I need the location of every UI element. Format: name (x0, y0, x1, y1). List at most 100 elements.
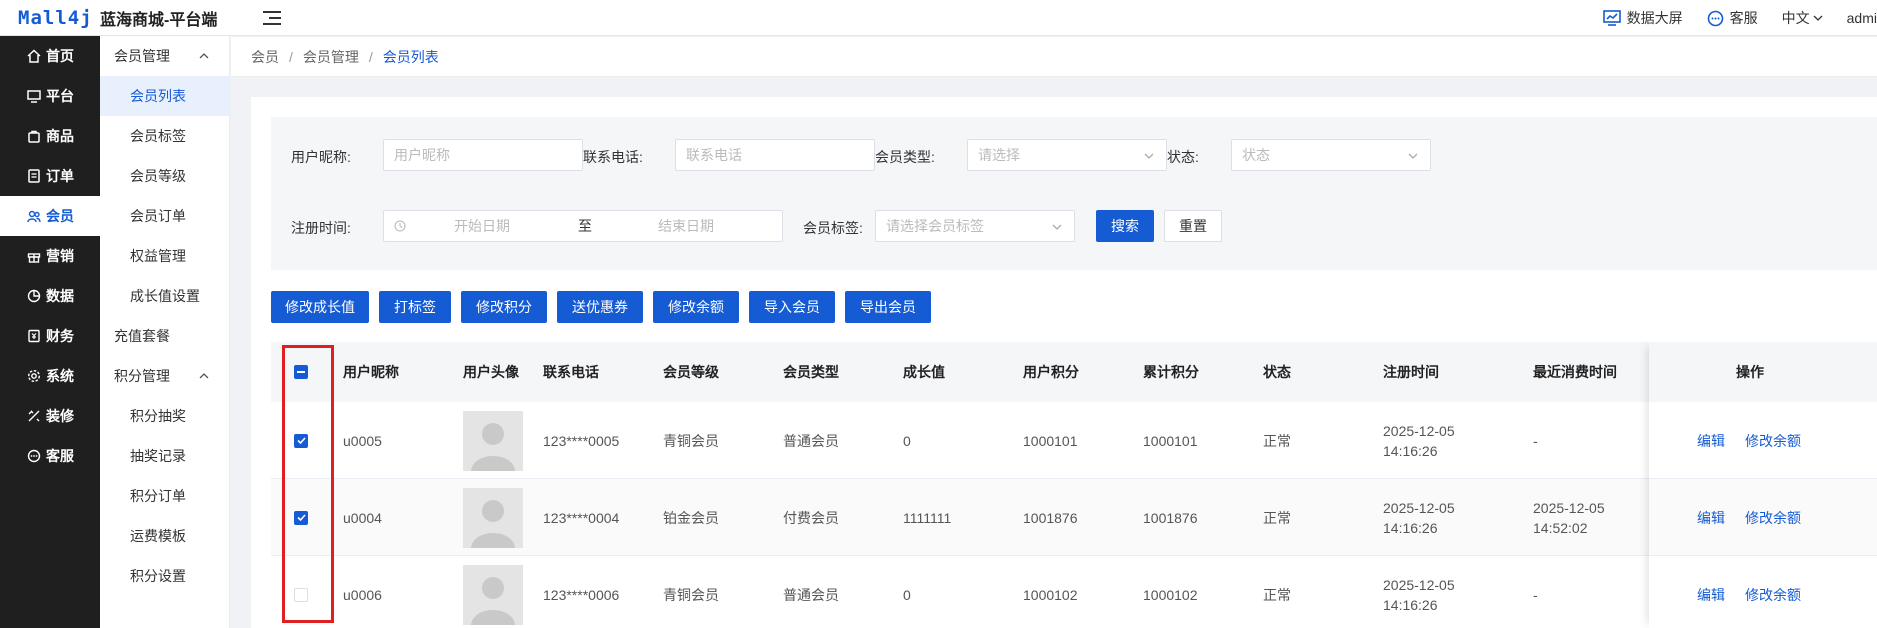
submenu-item-points-orders[interactable]: 积分订单 (100, 476, 229, 516)
monitor-icon (27, 90, 41, 103)
sidebar-item-service[interactable]: 客服 (0, 436, 100, 476)
submenu-group-member-manage[interactable]: 会员管理 (100, 36, 229, 76)
cell-operation: 编辑 修改余额 (1697, 479, 1821, 556)
reg-date: 2025-12-05 (1383, 422, 1455, 439)
submenu-item-member-tags[interactable]: 会员标签 (100, 116, 229, 156)
sidebar-item-label: 订单 (46, 168, 74, 184)
submenu-item-rights[interactable]: 权益管理 (100, 236, 229, 276)
submenu-group-points[interactable]: 积分管理 (100, 356, 229, 396)
collapse-menu-icon[interactable] (263, 10, 282, 26)
cell-reg-time: 2025-12-05 14:16:26 (1383, 402, 1455, 479)
reset-button[interactable]: 重置 (1164, 210, 1222, 242)
submenu-item-member-orders[interactable]: 会员订单 (100, 196, 229, 236)
submenu-group-label: 积分管理 (114, 368, 170, 384)
sidebar-item-orders[interactable]: 订单 (0, 156, 100, 196)
modify-growth-button[interactable]: 修改成长值 (271, 291, 369, 323)
submenu-item-freight-template[interactable]: 运费模板 (100, 516, 229, 556)
main-card: 用户昵称: 用户昵称 联系电话: 联系电话 会员类型: 请选择 状态: 状态 注… (251, 97, 1877, 628)
cell-total-points: 1000102 (1143, 586, 1198, 603)
sidebar-item-decorate[interactable]: 装修 (0, 396, 100, 436)
sidebar-item-data[interactable]: 数据 (0, 276, 100, 316)
cell-growth: 1111111 (903, 509, 952, 526)
import-members-button[interactable]: 导入会员 (749, 291, 835, 323)
cell-operation: 编辑 修改余额 (1697, 402, 1821, 479)
chart-screen-icon (1602, 10, 1621, 26)
nickname-input[interactable]: 用户昵称 (383, 139, 583, 171)
cell-level: 青铜会员 (663, 586, 719, 603)
avatar (463, 564, 523, 625)
nickname-placeholder: 用户昵称 (394, 147, 450, 163)
sidebar-item-label: 商品 (46, 128, 74, 144)
export-members-button[interactable]: 导出会员 (845, 291, 931, 323)
cell-reg-time: 2025-12-05 14:16:26 (1383, 556, 1455, 628)
finance-icon (28, 329, 40, 343)
cell-phone: 123****0004 (543, 509, 620, 526)
modify-balance-link[interactable]: 修改余额 (1745, 585, 1801, 605)
reg-clock: 14:16:26 (1383, 442, 1438, 459)
row-checkbox[interactable] (294, 433, 308, 448)
chevron-down-icon (1052, 224, 1062, 230)
row-checkbox[interactable] (294, 510, 308, 525)
search-button[interactable]: 搜索 (1096, 210, 1154, 242)
chevron-down-icon (1408, 153, 1418, 159)
decorate-icon (28, 410, 40, 422)
data-icon (27, 289, 41, 303)
reg-time-range-picker[interactable]: 开始日期 至 结束日期 (383, 210, 783, 242)
edit-link[interactable]: 编辑 (1697, 508, 1725, 528)
phone-input[interactable]: 联系电话 (675, 139, 875, 171)
col-type: 会员类型 (783, 364, 839, 380)
status-select[interactable]: 状态 (1231, 139, 1431, 171)
gear-icon (27, 369, 41, 383)
sidebar-item-home[interactable]: 首页 (0, 36, 100, 76)
modify-balance-button[interactable]: 修改余额 (653, 291, 739, 323)
submenu-item-lottery-records[interactable]: 抽奖记录 (100, 436, 229, 476)
submenu-item-member-level[interactable]: 会员等级 (100, 156, 229, 196)
sidebar-item-finance[interactable]: 财务 (0, 316, 100, 356)
select-all-checkbox[interactable] (294, 365, 308, 379)
cell-status: 正常 (1263, 432, 1291, 449)
add-tag-button[interactable]: 打标签 (379, 291, 451, 323)
submenu-item-growth-settings[interactable]: 成长值设置 (100, 276, 229, 316)
language-select[interactable]: 中文 (1782, 8, 1823, 28)
cell-last-consume: - (1533, 556, 1538, 628)
sidebar-item-members[interactable]: 会员 (0, 196, 100, 236)
member-tag-placeholder: 请选择会员标签 (886, 218, 984, 234)
edit-link[interactable]: 编辑 (1697, 431, 1725, 451)
member-type-select[interactable]: 请选择 (967, 139, 1167, 171)
modify-balance-link[interactable]: 修改余额 (1745, 508, 1801, 528)
row-checkbox[interactable] (294, 587, 308, 602)
submenu-item-points-lottery[interactable]: 积分抽奖 (100, 396, 229, 436)
edit-link[interactable]: 编辑 (1697, 585, 1725, 605)
send-coupon-button[interactable]: 送优惠券 (557, 291, 643, 323)
sidebar-item-goods[interactable]: 商品 (0, 116, 100, 156)
service-link[interactable]: 客服 (1707, 8, 1758, 28)
table-row: u0005 123****0005 青铜会员 普通会员 0 1000101 10… (271, 402, 1877, 479)
submenu-item-recharge[interactable]: 充值套餐 (100, 316, 229, 356)
sidebar-item-system[interactable]: 系统 (0, 356, 100, 396)
cell-phone: 123****0006 (543, 586, 620, 603)
cell-points: 1000101 (1023, 432, 1078, 449)
data-screen-link[interactable]: 数据大屏 (1602, 8, 1683, 28)
cell-total-points: 1001876 (1143, 509, 1198, 526)
service-label: 客服 (1729, 10, 1758, 26)
breadcrumb-item[interactable]: 会员管理 (303, 47, 359, 67)
col-last-consume: 最近消费时间 (1533, 364, 1617, 380)
table-header: 用户昵称 用户头像 联系电话 会员等级 会员类型 成长值 用户积分 累计积分 状… (271, 342, 1877, 402)
submenu-item-points-settings[interactable]: 积分设置 (100, 556, 229, 596)
modify-balance-link[interactable]: 修改余额 (1745, 431, 1801, 451)
phone-placeholder: 联系电话 (686, 147, 742, 163)
member-tag-select[interactable]: 请选择会员标签 (875, 210, 1075, 242)
user-menu[interactable]: admi (1847, 10, 1877, 26)
chat-icon (1707, 10, 1723, 26)
breadcrumb-item[interactable]: 会员 (251, 47, 279, 67)
breadcrumb-separator: / (289, 48, 293, 65)
col-nickname: 用户昵称 (343, 364, 399, 380)
sidebar-item-platform[interactable]: 平台 (0, 76, 100, 116)
modify-points-button[interactable]: 修改积分 (461, 291, 547, 323)
cell-level: 铂金会员 (663, 509, 719, 526)
reg-time-label: 注册时间: (291, 220, 351, 236)
col-reg-time: 注册时间 (1383, 364, 1439, 380)
sidebar-item-marketing[interactable]: 营销 (0, 236, 100, 276)
submenu-item-member-list[interactable]: 会员列表 (100, 76, 229, 116)
top-header: Mall4j 蓝海商城-平台端 数据大屏 客服 中文 admi (0, 0, 1877, 36)
